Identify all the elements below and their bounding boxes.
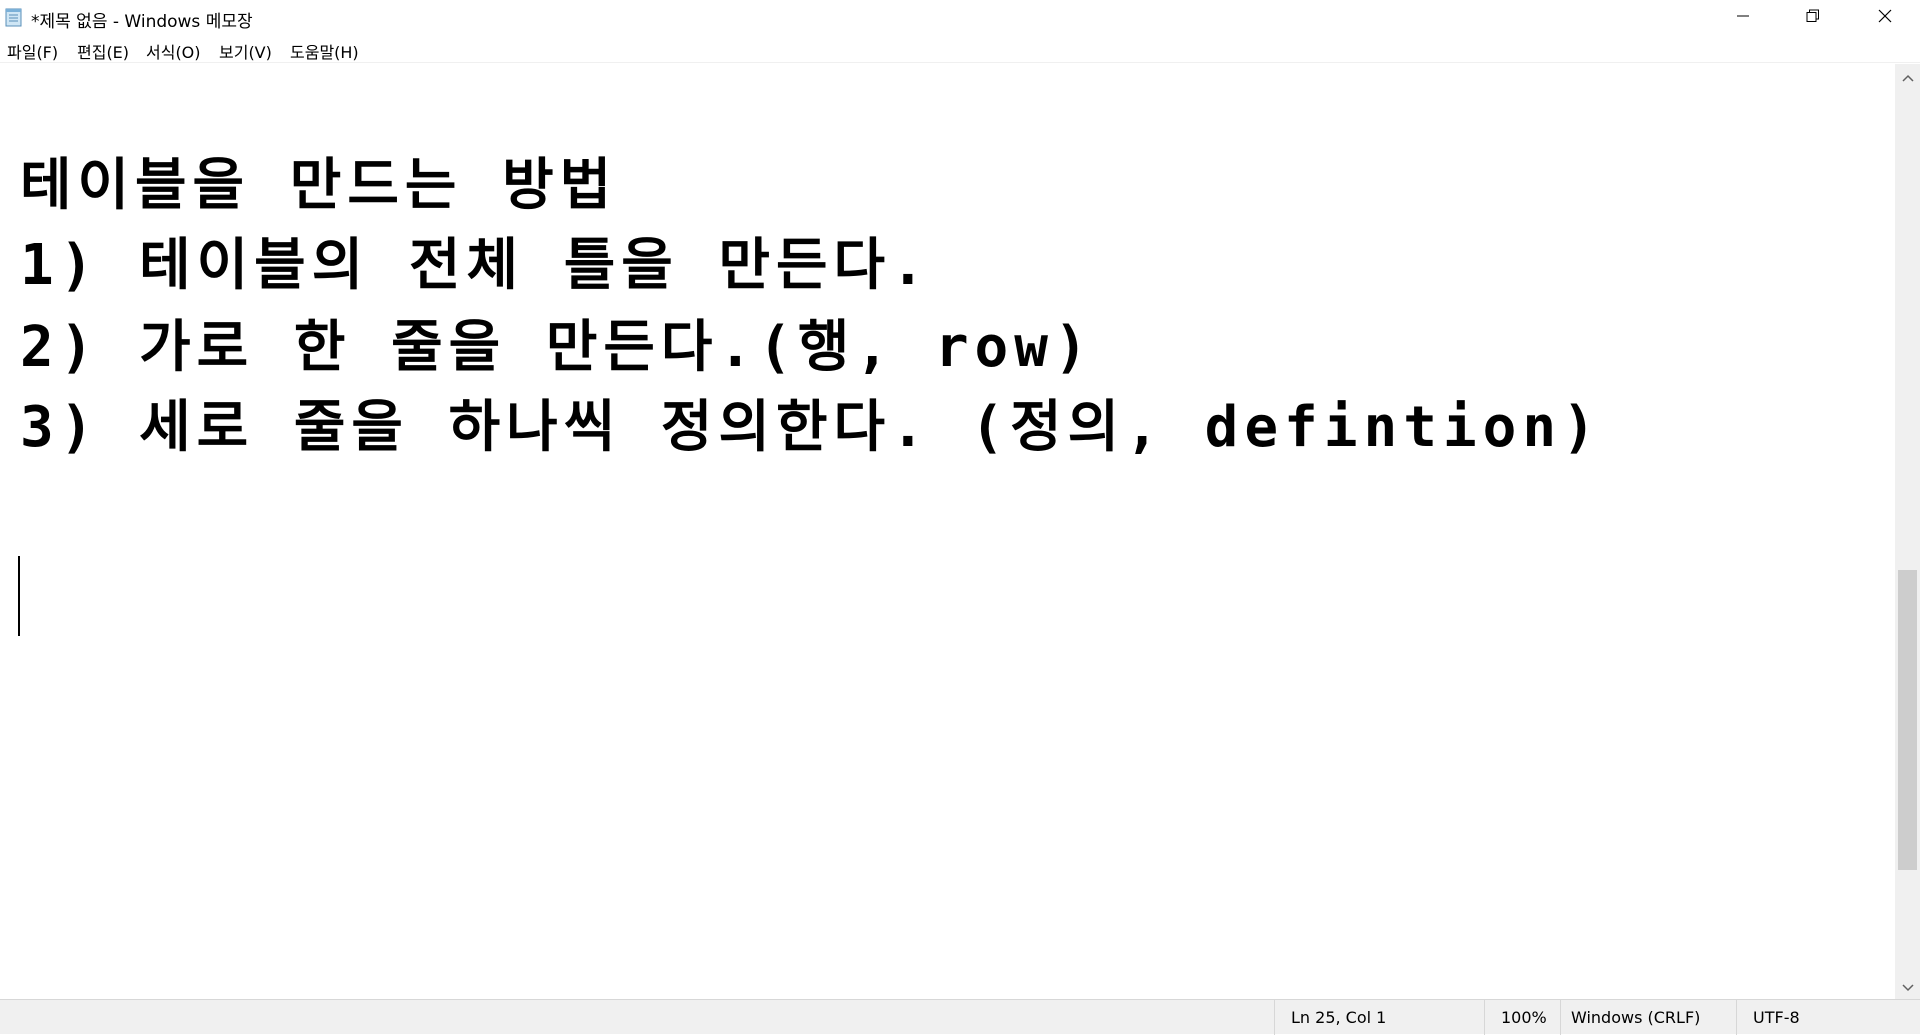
restore-button[interactable] bbox=[1778, 0, 1848, 35]
scroll-down-button[interactable] bbox=[1895, 974, 1920, 999]
menu-edit[interactable]: 편집(E) bbox=[77, 39, 129, 63]
status-encoding: UTF-8 bbox=[1736, 1000, 1920, 1035]
menu-help[interactable]: 도움말(H) bbox=[290, 39, 359, 63]
window-title: *제목 없음 - Windows 메모장 bbox=[31, 12, 253, 32]
scroll-up-button[interactable] bbox=[1895, 64, 1920, 89]
title-bar[interactable]: *제목 없음 - Windows 메모장 bbox=[0, 0, 1920, 35]
status-bar: Ln 25, Col 1 100% Windows (CRLF) UTF-8 bbox=[0, 999, 1920, 1035]
vertical-scrollbar[interactable] bbox=[1895, 64, 1920, 999]
status-line-ending: Windows (CRLF) bbox=[1560, 1000, 1736, 1035]
editor-line: 테이블을 만드는 방법 bbox=[20, 153, 618, 218]
notepad-window: *제목 없음 - Windows 메모장 파일(F) 편집(E) 서식(O) 보… bbox=[0, 0, 1920, 1035]
text-editor[interactable]: 테이블을 만드는 방법 1) 테이블의 전체 틀을 만든다. 2) 가로 한 줄… bbox=[0, 64, 1895, 999]
menu-bar: 파일(F) 편집(E) 서식(O) 보기(V) 도움말(H) bbox=[0, 35, 1920, 63]
status-zoom: 100% bbox=[1484, 1000, 1560, 1035]
editor-line: 3) 세로 줄을 하나씩 정의한다. (정의, defintion) bbox=[20, 395, 1602, 460]
close-icon bbox=[1877, 8, 1893, 28]
menu-format[interactable]: 서식(O) bbox=[146, 39, 201, 63]
scroll-thumb[interactable] bbox=[1898, 570, 1917, 870]
chevron-down-icon bbox=[1901, 977, 1914, 996]
chevron-up-icon bbox=[1901, 67, 1914, 86]
text-caret bbox=[18, 556, 20, 636]
menu-view[interactable]: 보기(V) bbox=[219, 39, 272, 63]
restore-icon bbox=[1806, 8, 1820, 27]
status-cursor-position: Ln 25, Col 1 bbox=[1274, 1000, 1484, 1035]
menu-file[interactable]: 파일(F) bbox=[7, 39, 58, 63]
minimize-button[interactable] bbox=[1708, 0, 1778, 35]
editor-line: 2) 가로 한 줄을 만든다.(행, row) bbox=[20, 315, 1094, 380]
minimize-icon bbox=[1736, 8, 1750, 27]
notepad-icon[interactable] bbox=[4, 7, 24, 27]
close-button[interactable] bbox=[1850, 0, 1920, 35]
editor-line: 1) 테이블의 전체 틀을 만든다. bbox=[20, 233, 931, 298]
